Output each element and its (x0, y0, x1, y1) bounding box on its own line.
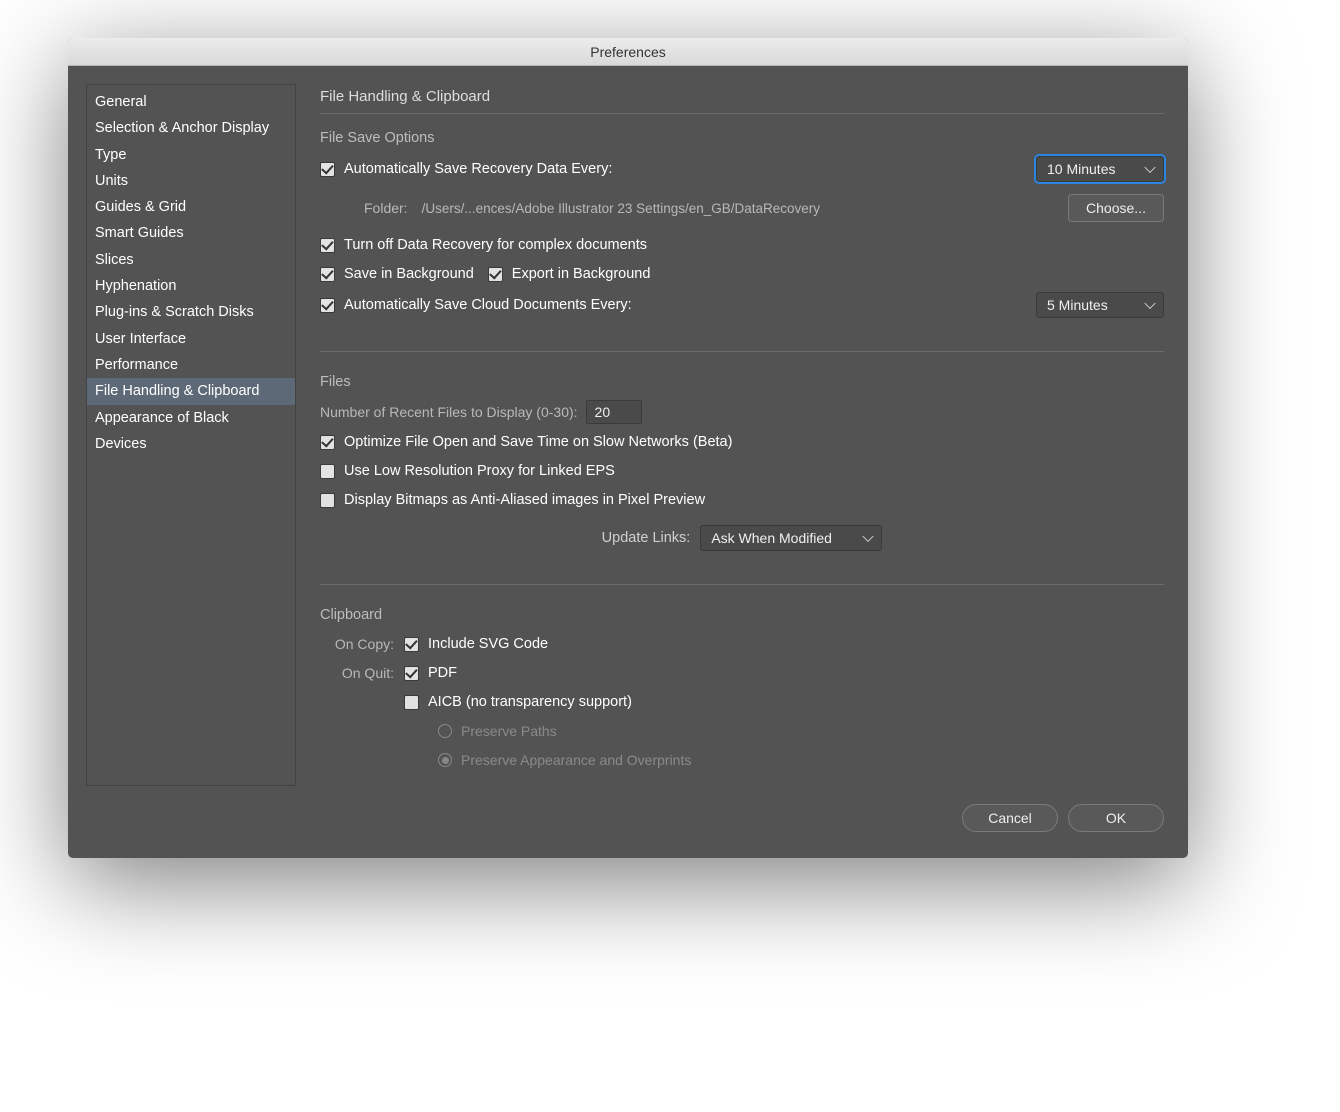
label-include-svg: Include SVG Code (428, 636, 548, 652)
ok-button[interactable]: OK (1068, 804, 1164, 832)
section-title-file-save: File Save Options (320, 130, 1164, 146)
input-recent-files[interactable] (586, 400, 642, 424)
label-preserve-paths: Preserve Paths (461, 723, 557, 739)
section-files: Files Number of Recent Files to Display … (320, 374, 1164, 585)
label-aicb: AICB (no transparency support) (428, 694, 632, 710)
checkbox-turn-off-recovery-complex[interactable] (320, 238, 335, 253)
cancel-button[interactable]: Cancel (962, 804, 1058, 832)
title-bar: Preferences (68, 38, 1188, 66)
label-on-quit: On Quit: (320, 665, 394, 681)
panel-title: File Handling & Clipboard (320, 84, 1164, 114)
section-clipboard: Clipboard On Copy: Include SVG Code On Q… (320, 607, 1164, 786)
sidebar-item-general[interactable]: General (87, 89, 295, 115)
radio-preserve-paths[interactable] (438, 724, 452, 738)
label-display-bitmaps-antialiased: Display Bitmaps as Anti-Aliased images i… (344, 492, 705, 508)
label-auto-save-recovery: Automatically Save Recovery Data Every: (344, 161, 612, 177)
section-title-clipboard: Clipboard (320, 607, 1164, 623)
sidebar-item-performance[interactable]: Performance (87, 352, 295, 378)
sidebar-item-selection-anchor-display[interactable]: Selection & Anchor Display (87, 115, 295, 141)
section-file-save: File Save Options Automatically Save Rec… (320, 130, 1164, 352)
section-title-files: Files (320, 374, 1164, 390)
radio-preserve-appearance[interactable] (438, 753, 452, 767)
sidebar-item-appearance-of-black[interactable]: Appearance of Black (87, 405, 295, 431)
sidebar-item-smart-guides[interactable]: Smart Guides (87, 220, 295, 246)
dialog-footer: Cancel OK (68, 786, 1188, 858)
sidebar-item-hyphenation[interactable]: Hyphenation (87, 273, 295, 299)
label-low-res-proxy-eps: Use Low Resolution Proxy for Linked EPS (344, 463, 615, 479)
sidebar-item-file-handling-clipboard[interactable]: File Handling & Clipboard (87, 378, 295, 404)
sidebar-item-plug-ins-scratch-disks[interactable]: Plug-ins & Scratch Disks (87, 299, 295, 325)
label-recent-files: Number of Recent Files to Display (0-30)… (320, 404, 578, 420)
label-update-links: Update Links: (602, 530, 691, 546)
label-on-copy: On Copy: (320, 636, 394, 652)
dropdown-update-links[interactable]: Ask When Modified (700, 525, 882, 551)
label-export-background: Export in Background (512, 266, 651, 282)
dialog-title: Preferences (590, 44, 665, 60)
preferences-dialog: Preferences GeneralSelection & Anchor Di… (68, 38, 1188, 858)
label-optimize-slow-network: Optimize File Open and Save Time on Slow… (344, 434, 732, 450)
checkbox-auto-save-cloud[interactable] (320, 298, 335, 313)
label-folder: Folder: (364, 200, 408, 216)
checkbox-auto-save-recovery[interactable] (320, 162, 335, 177)
sidebar-item-slices[interactable]: Slices (87, 247, 295, 273)
sidebar-item-user-interface[interactable]: User Interface (87, 326, 295, 352)
label-pdf: PDF (428, 665, 457, 681)
checkbox-display-bitmaps-antialiased[interactable] (320, 493, 335, 508)
sidebar: GeneralSelection & Anchor DisplayTypeUni… (86, 84, 296, 786)
label-turn-off-recovery-complex: Turn off Data Recovery for complex docum… (344, 237, 647, 253)
main-panel: File Handling & Clipboard File Save Opti… (320, 84, 1170, 786)
dropdown-auto-cloud-interval[interactable]: 5 Minutes (1036, 292, 1164, 318)
choose-folder-button[interactable]: Choose... (1068, 194, 1164, 222)
folder-path: /Users/...ences/Adobe Illustrator 23 Set… (422, 201, 820, 216)
label-auto-save-cloud: Automatically Save Cloud Documents Every… (344, 297, 632, 313)
checkbox-export-background[interactable] (488, 267, 503, 282)
label-preserve-appearance: Preserve Appearance and Overprints (461, 752, 691, 768)
sidebar-item-type[interactable]: Type (87, 142, 295, 168)
checkbox-low-res-proxy-eps[interactable] (320, 464, 335, 479)
checkbox-optimize-slow-network[interactable] (320, 435, 335, 450)
checkbox-aicb[interactable] (404, 695, 419, 710)
dropdown-auto-save-interval[interactable]: 10 Minutes (1036, 156, 1164, 182)
sidebar-item-devices[interactable]: Devices (87, 431, 295, 457)
sidebar-item-units[interactable]: Units (87, 168, 295, 194)
checkbox-pdf[interactable] (404, 666, 419, 681)
checkbox-include-svg[interactable] (404, 637, 419, 652)
sidebar-item-guides-grid[interactable]: Guides & Grid (87, 194, 295, 220)
checkbox-save-background[interactable] (320, 267, 335, 282)
label-save-background: Save in Background (344, 266, 474, 282)
